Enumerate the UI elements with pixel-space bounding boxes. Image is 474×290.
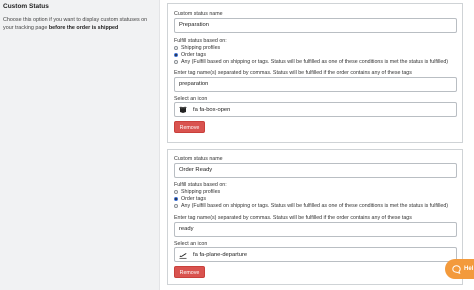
section-title: Custom Status (3, 3, 49, 10)
radio-label: Order tags (181, 52, 207, 58)
radio-any[interactable]: Any (Fulfill based on shipping or tags. … (174, 59, 448, 65)
radio-shipping-profiles[interactable]: Shipping profiles (174, 45, 220, 51)
icon-select[interactable]: fa fa-box-open (174, 102, 457, 117)
section-description-bold: before the order is shipped (48, 24, 119, 31)
icon-select[interactable]: fa fa-plane-departure (174, 247, 457, 262)
radio-order-tags[interactable]: Order tags (174, 52, 206, 58)
fulfill-label: Fulfill status based on: (174, 182, 227, 188)
radio-button-selected[interactable] (174, 53, 178, 57)
settings-sidebar: Custom Status Choose this option if you … (0, 0, 160, 290)
radio-button[interactable] (174, 204, 178, 208)
tags-label: Enter tag name(s) separated by commas. S… (174, 70, 412, 76)
box-open-icon (179, 106, 187, 114)
custom-status-card: Custom status name Order Ready Fulfill s… (167, 149, 463, 285)
radio-order-tags[interactable]: Order tags (174, 196, 206, 202)
icon-select-value: fa fa-plane-departure (193, 251, 248, 258)
plane-departure-icon (179, 251, 187, 259)
status-name-input[interactable]: Preparation (174, 18, 457, 33)
radio-button[interactable] (174, 190, 178, 194)
tags-label: Enter tag name(s) separated by commas. S… (174, 215, 412, 221)
section-description: Choose this option if you want to displa… (3, 17, 148, 31)
remove-button[interactable]: Remove (174, 121, 205, 133)
radio-label: Any (Fulfill based on shipping or tags. … (181, 59, 449, 65)
tags-input[interactable]: ready (174, 222, 457, 237)
radio-shipping-profiles[interactable]: Shipping profiles (174, 189, 220, 195)
icon-select-value: fa fa-box-open (193, 106, 231, 113)
radio-label: Order tags (181, 196, 207, 202)
fulfill-label: Fulfill status based on: (174, 38, 227, 44)
custom-status-card: Custom status name Preparation Fulfill s… (167, 3, 463, 143)
help-button[interactable]: Hel (445, 259, 474, 279)
status-name-label: Custom status name (174, 156, 223, 162)
radio-any[interactable]: Any (Fulfill based on shipping or tags. … (174, 203, 448, 209)
radio-label: Any (Fulfill based on shipping or tags. … (181, 203, 449, 209)
radio-button[interactable] (174, 60, 178, 64)
radio-button-selected[interactable] (174, 197, 178, 201)
radio-label: Shipping profiles (181, 189, 221, 195)
radio-label: Shipping profiles (181, 45, 221, 51)
radio-button[interactable] (174, 46, 178, 50)
status-name-label: Custom status name (174, 11, 223, 17)
remove-button[interactable]: Remove (174, 266, 205, 278)
help-label: Hel (464, 266, 474, 272)
status-name-input[interactable]: Order Ready (174, 163, 457, 178)
chat-icon (452, 264, 461, 274)
tags-input[interactable]: preparation (174, 77, 457, 92)
